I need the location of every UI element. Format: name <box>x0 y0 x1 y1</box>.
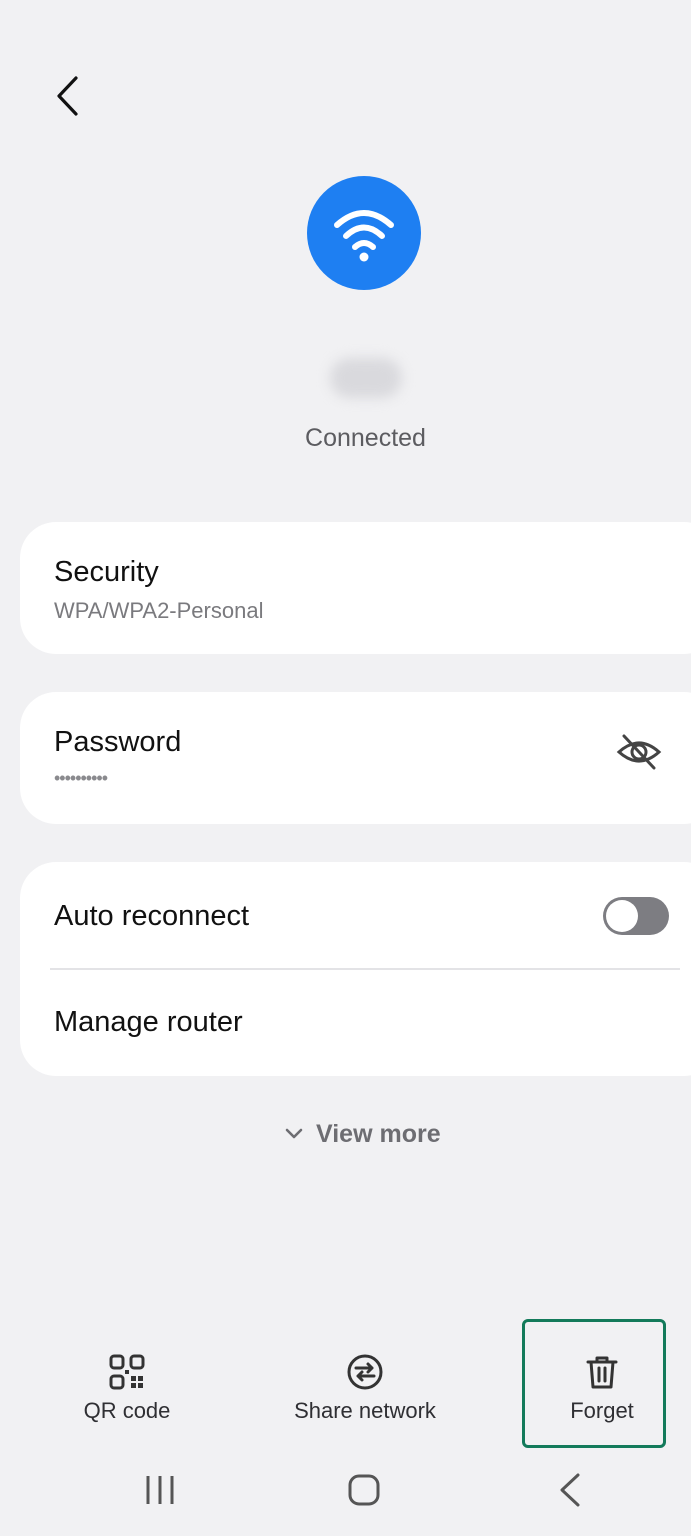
share-network-label: Share network <box>294 1398 436 1423</box>
password-value: •••••••••• <box>54 768 108 788</box>
qr-code-label: QR code <box>83 1398 171 1423</box>
security-card[interactable]: Security WPA/WPA2-Personal <box>20 522 691 654</box>
wifi-icon <box>334 210 394 262</box>
forget-highlight-box <box>522 1319 666 1448</box>
back-icon <box>560 1473 580 1507</box>
recents-button[interactable] <box>130 1468 190 1512</box>
view-more-button[interactable]: View more <box>284 1116 441 1152</box>
eye-off-icon <box>616 734 662 770</box>
password-card[interactable]: Password •••••••••• <box>20 692 691 824</box>
manage-router-label: Manage router <box>54 1006 243 1038</box>
back-button[interactable] <box>50 74 86 118</box>
options-card: Auto reconnect Manage router <box>20 862 691 1076</box>
password-title: Password <box>54 726 182 758</box>
toggle-password-visibility-button[interactable] <box>616 732 662 772</box>
home-button[interactable] <box>334 1468 394 1512</box>
security-title: Security <box>54 556 159 588</box>
share-network-button[interactable]: Share network <box>255 1340 475 1440</box>
share-network-icon <box>347 1354 383 1390</box>
connection-status: Connected <box>305 424 426 452</box>
home-icon <box>348 1474 380 1506</box>
security-value: WPA/WPA2-Personal <box>54 598 264 623</box>
nav-back-button[interactable] <box>540 1468 600 1512</box>
wifi-network-badge <box>307 176 421 290</box>
auto-reconnect-row[interactable]: Auto reconnect <box>20 862 691 968</box>
toggle-knob <box>606 900 638 932</box>
qr-code-icon <box>109 1354 145 1390</box>
chevron-down-icon <box>285 1128 303 1139</box>
chevron-left-icon <box>57 76 78 116</box>
auto-reconnect-toggle[interactable] <box>603 897 669 935</box>
recents-icon <box>146 1476 174 1504</box>
network-name-blurred <box>330 358 402 398</box>
manage-router-row[interactable]: Manage router <box>20 970 691 1076</box>
view-more-label: View more <box>316 1119 441 1148</box>
qr-code-button[interactable]: QR code <box>17 1340 237 1440</box>
auto-reconnect-label: Auto reconnect <box>54 900 250 932</box>
